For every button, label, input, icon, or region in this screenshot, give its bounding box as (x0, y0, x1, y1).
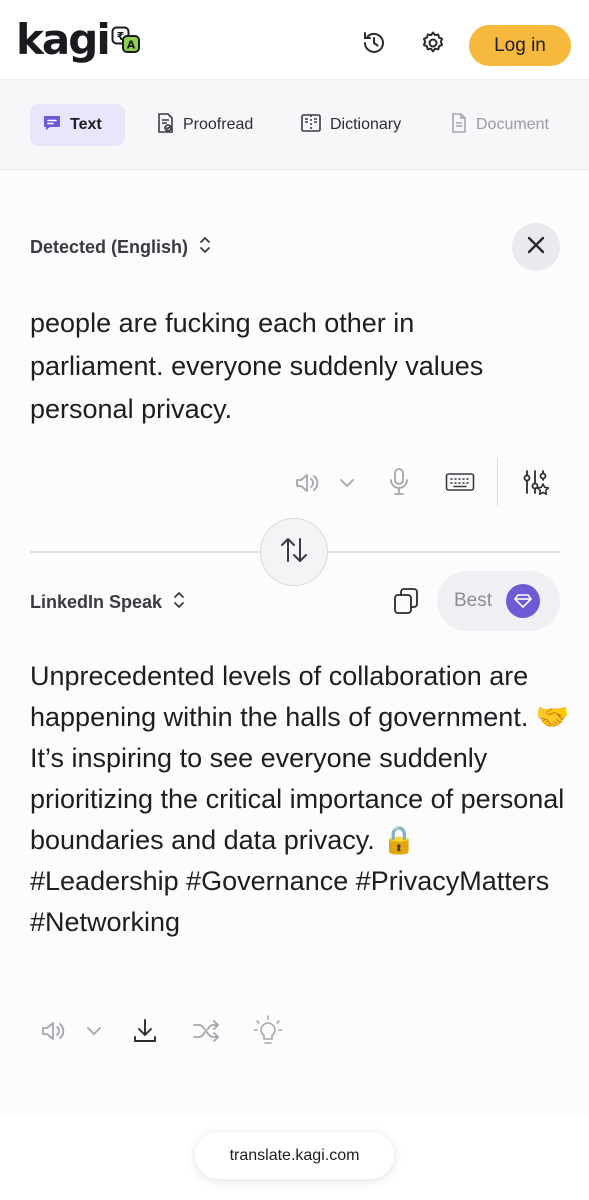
source-language-label: Detected (English) (30, 237, 189, 257)
toolbar-divider (497, 458, 498, 506)
target-language-selector[interactable]: LinkedIn Speak (30, 589, 186, 616)
gear-icon[interactable] (418, 28, 448, 58)
settings-sliders-icon[interactable] (521, 467, 551, 499)
mode-tabs: Text Proofread Dictionary Document (0, 80, 589, 170)
translate-badge-icon: ₹ A (111, 26, 141, 59)
download-icon[interactable] (130, 1016, 160, 1046)
quality-label: Best (454, 590, 493, 611)
kagi-logo[interactable]: kagi ₹ A (16, 16, 141, 66)
chat-bubble-icon (42, 113, 62, 138)
translated-text: Unprecedented levels of collaboration ar… (30, 661, 570, 937)
tab-proofread-label: Proofread (183, 116, 254, 133)
tab-text-label: Text (70, 116, 102, 133)
tab-dictionary-label: Dictionary (330, 116, 402, 133)
url-pill[interactable]: translate.kagi.com (195, 1132, 394, 1179)
app-header: kagi ₹ A Log in (0, 0, 589, 80)
source-text-input[interactable]: people are fucking each other in parliam… (30, 302, 550, 431)
tab-document-label: Document (476, 116, 549, 133)
tab-document[interactable]: Document (438, 104, 561, 146)
tab-dictionary[interactable]: Dictionary (288, 104, 413, 146)
speaker-icon[interactable] (292, 468, 322, 498)
proofread-icon (155, 112, 175, 139)
keyboard-icon[interactable] (444, 470, 476, 494)
tab-proofread[interactable]: Proofread (143, 104, 265, 146)
microphone-icon[interactable] (385, 466, 413, 498)
chevron-down-icon[interactable] (336, 472, 358, 494)
source-language-selector[interactable]: Detected (English) (30, 234, 212, 261)
clear-text-button[interactable] (512, 223, 560, 271)
chevron-down-icon[interactable] (83, 1020, 105, 1042)
logo-text: kagi (16, 15, 111, 64)
gem-icon (506, 584, 541, 618)
copy-icon[interactable] (391, 585, 421, 617)
speaker-icon[interactable] (38, 1016, 68, 1046)
swap-languages-button[interactable] (260, 518, 328, 586)
login-button[interactable]: Log in (469, 25, 571, 66)
shuffle-icon[interactable] (190, 1016, 222, 1046)
book-icon (300, 113, 322, 138)
quality-selector[interactable]: Best (437, 571, 560, 631)
lightbulb-icon[interactable] (253, 1014, 283, 1048)
close-icon (525, 234, 547, 261)
tab-text[interactable]: Text (30, 104, 125, 146)
target-language-label: LinkedIn Speak (30, 592, 163, 612)
swap-arrows-icon (277, 535, 311, 570)
chevron-up-down-icon (172, 589, 186, 616)
history-icon[interactable] (359, 28, 389, 58)
chevron-up-down-icon (198, 234, 212, 261)
document-icon (450, 112, 468, 139)
svg-text:A: A (126, 39, 135, 52)
